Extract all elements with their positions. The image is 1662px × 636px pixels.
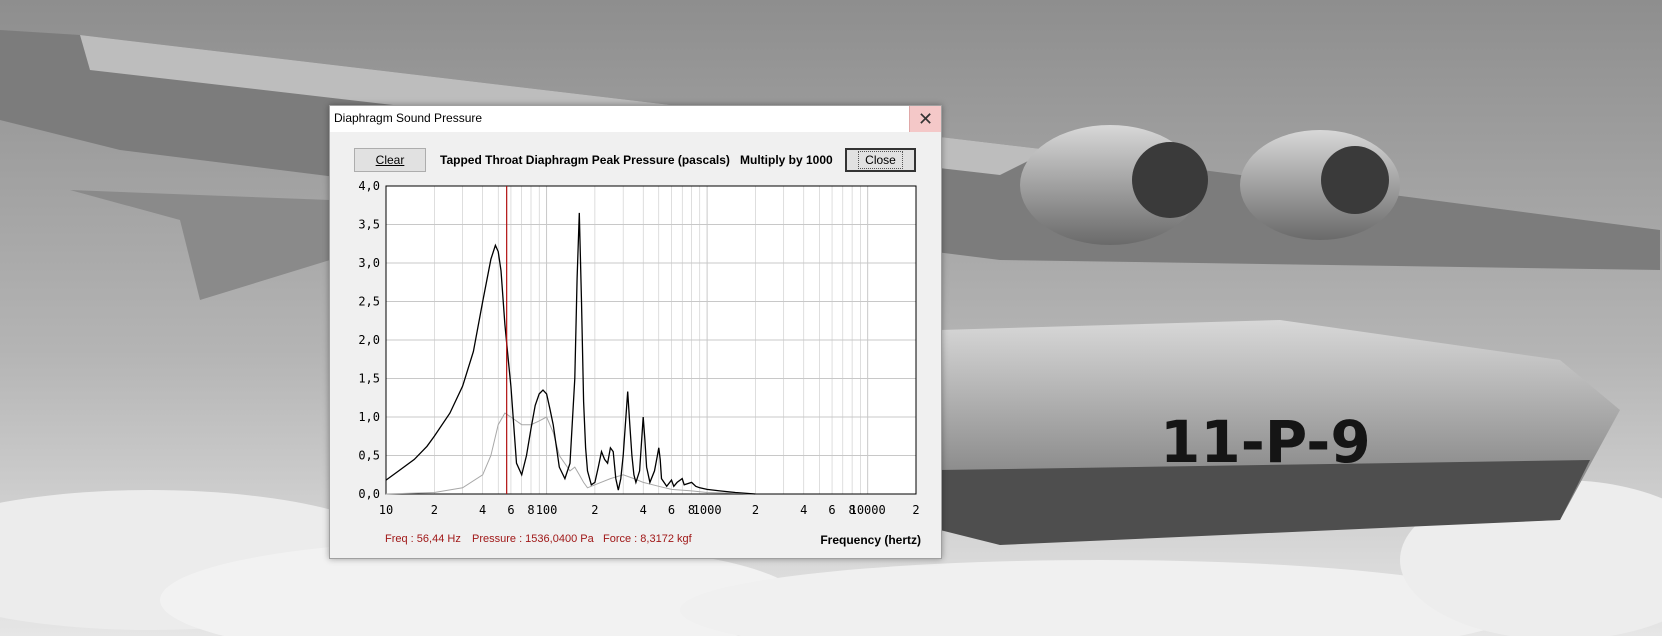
y-tick-label: 2,5 (358, 295, 380, 309)
chart-title: Tapped Throat Diaphragm Peak Pressure (p… (440, 153, 730, 167)
aircraft-marking: 11-P-9 (1160, 408, 1371, 476)
x-tick-label: 2 (431, 503, 438, 517)
x-tick-label: 10000 (850, 503, 886, 517)
window-title: Diaphragm Sound Pressure (334, 111, 483, 125)
y-tick-label: 0,5 (358, 449, 380, 463)
x-tick-label: 4 (800, 503, 807, 517)
x-tick-label: 8 (527, 503, 534, 517)
x-tick-label: 6 (668, 503, 675, 517)
x-tick-label: 2 (912, 503, 919, 517)
x-tick-label: 4 (640, 503, 647, 517)
y-tick-label: 1,5 (358, 372, 380, 386)
y-tick-label: 3,0 (358, 256, 380, 270)
y-tick-label: 3,5 (358, 218, 380, 232)
x-tick-label: 10 (379, 503, 393, 517)
close-button[interactable]: Close (845, 148, 916, 172)
force-readout: Force : 8,3172 kgf (603, 533, 692, 545)
clear-button[interactable]: Clear (354, 148, 426, 172)
y-tick-label: 0,0 (358, 487, 380, 501)
x-tick-label: 4 (479, 503, 486, 517)
diaphragm-dialog: Diaphragm Sound Pressure ✕ Clear Tapped … (329, 105, 942, 559)
x-tick-label: 6 (828, 503, 835, 517)
x-tick-label: 1000 (693, 503, 722, 517)
y-tick-label: 4,0 (358, 179, 380, 193)
title-bar[interactable]: Diaphragm Sound Pressure ✕ (330, 106, 941, 132)
x-tick-label: 2 (591, 503, 598, 517)
pressure-chart[interactable]: 0,00,51,01,52,02,53,03,54,010 2 4 6 8 100 2 4 6 8… (330, 178, 941, 538)
x-tick-label: 2 (752, 503, 759, 517)
pressure-readout: Pressure : 1536,0400 Pa (472, 533, 594, 545)
x-tick-label: 100 (536, 503, 558, 517)
multiply-note: Multiply by 1000 (740, 153, 833, 167)
x-tick-label: 6 (507, 503, 514, 517)
y-tick-label: 2,0 (358, 333, 380, 347)
freq-readout: Freq : 56,44 Hz (385, 533, 461, 545)
y-tick-label: 1,0 (358, 410, 380, 424)
close-icon[interactable]: ✕ (909, 106, 941, 132)
x-axis-label: Frequency (hertz) (820, 533, 921, 547)
close-button-label: Close (858, 151, 903, 169)
